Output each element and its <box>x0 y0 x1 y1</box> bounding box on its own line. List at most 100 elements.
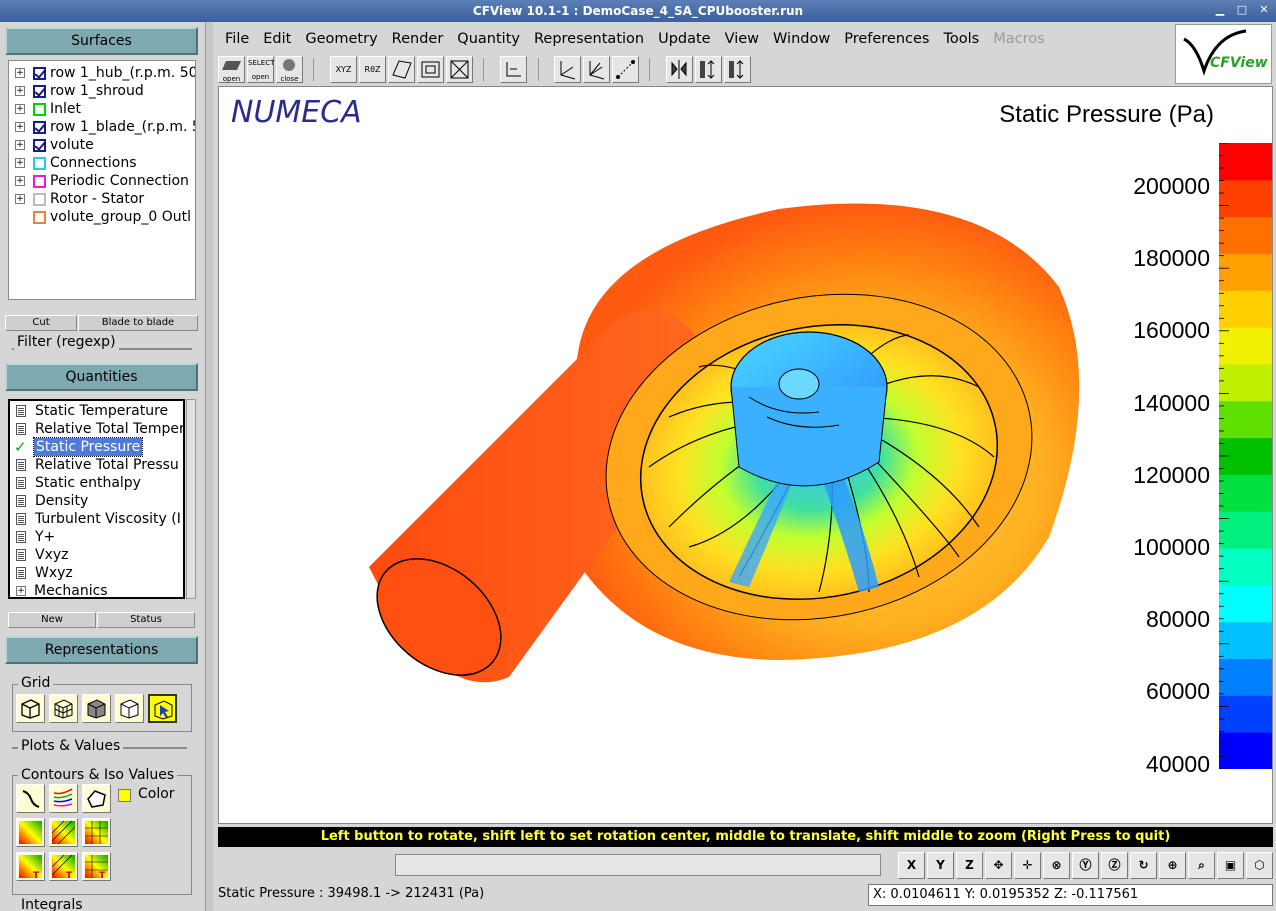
menu-representation[interactable]: Representation <box>527 31 651 47</box>
plots-values-label[interactable]: Plots & Values <box>18 738 124 754</box>
3d-viewport[interactable]: NUMECA Static Pressure (Pa) 200000 18000… <box>218 86 1273 824</box>
rotate-z-button[interactable]: Ⓩ <box>1101 852 1128 879</box>
compressor-render[interactable] <box>219 87 1219 824</box>
surface-item[interactable]: + row 1_shroud <box>9 82 195 100</box>
command-input[interactable] <box>395 854 881 876</box>
surface-item[interactable]: + Periodic Connection <box>9 172 195 190</box>
rotate-x-button[interactable]: ⊗ <box>1043 852 1070 879</box>
surface-item[interactable]: + row 1_blade_(r.p.m. 5 <box>9 118 195 136</box>
quantity-item[interactable]: Vxyz <box>10 546 183 564</box>
periodic-button[interactable] <box>724 56 751 83</box>
menu-preferences[interactable]: Preferences <box>837 31 936 47</box>
expand-icon[interactable]: + <box>15 104 25 114</box>
filter-label[interactable]: Filter (regexp) <box>14 334 119 350</box>
axis-2d-button[interactable] <box>500 56 527 83</box>
quantity-item[interactable]: Relative Total Pressu <box>10 456 183 474</box>
axis-xy-button[interactable] <box>554 56 581 83</box>
new-quantity-button[interactable]: New <box>8 612 96 628</box>
close-file-button[interactable]: close <box>276 56 303 83</box>
grid-boundary-button[interactable] <box>115 694 144 723</box>
expand-icon[interactable]: + <box>15 140 25 150</box>
integrals-label[interactable]: Integrals <box>18 897 86 911</box>
quantity-item[interactable]: Turbulent Viscosity (I <box>10 510 183 528</box>
contour-smooth-button[interactable] <box>16 818 45 847</box>
surface-checkbox[interactable] <box>33 84 46 98</box>
representations-header[interactable]: Representations <box>5 636 198 664</box>
quantity-item[interactable]: Density <box>10 492 183 510</box>
contour-t-banded-button[interactable]: T <box>49 852 78 881</box>
quantities-list[interactable]: Static Temperature Relative Total Temper ✓… <box>8 399 185 599</box>
menu-edit[interactable]: Edit <box>256 31 298 47</box>
expand-icon[interactable]: + <box>15 194 25 204</box>
menu-tools[interactable]: Tools <box>936 31 986 47</box>
panel-splitter[interactable] <box>205 22 213 911</box>
surface-item[interactable]: + Rotor - Stator <box>9 190 195 208</box>
surface-checkbox[interactable] <box>33 156 46 170</box>
reset-view-button[interactable]: ⬡ <box>1246 852 1273 879</box>
surface-item[interactable]: + volute <box>9 136 195 154</box>
select-open-button[interactable]: SELECT open <box>247 56 274 83</box>
grid-wire-button[interactable] <box>16 694 45 723</box>
surfaces-header[interactable]: Surfaces <box>5 27 198 55</box>
cut-button[interactable]: Cut <box>5 315 77 331</box>
quantities-header[interactable]: Quantities <box>5 363 198 391</box>
quantity-item[interactable]: ✓ Static Pressure <box>10 437 183 457</box>
surface-checkbox[interactable] <box>33 66 46 80</box>
frame-button[interactable] <box>417 56 444 83</box>
menu-window[interactable]: Window <box>766 31 837 47</box>
surface-checkbox[interactable] <box>33 210 46 224</box>
close-icon[interactable]: ✕ <box>1258 4 1270 16</box>
menu-geometry[interactable]: Geometry <box>298 31 384 47</box>
expand-icon[interactable]: + <box>15 86 25 96</box>
blade-to-blade-button[interactable]: Blade to blade <box>78 315 198 331</box>
grid-select-button[interactable] <box>148 694 177 723</box>
surface-item[interactable]: + Connections <box>9 154 195 172</box>
quantities-scrollbar[interactable] <box>186 399 196 599</box>
menu-update[interactable]: Update <box>651 31 718 47</box>
cut-plane-button[interactable] <box>388 56 415 83</box>
menu-file[interactable]: File <box>218 31 256 47</box>
iso-line-button[interactable] <box>16 784 45 813</box>
color-checkbox[interactable] <box>118 789 131 802</box>
fit-view-button[interactable]: ▣ <box>1217 852 1244 879</box>
view-x-button[interactable]: X <box>898 852 925 879</box>
rotate-y-button[interactable]: Ⓨ <box>1072 852 1099 879</box>
quantity-item[interactable]: Y+ <box>10 528 183 546</box>
menu-quantity[interactable]: Quantity <box>450 31 527 47</box>
surface-checkbox[interactable] <box>33 120 46 134</box>
minimize-icon[interactable]: ▁ <box>1214 4 1226 16</box>
quantity-status-button[interactable]: Status <box>97 612 195 628</box>
surface-checkbox[interactable] <box>33 174 46 188</box>
maximize-icon[interactable]: □ <box>1236 4 1248 16</box>
expand-icon[interactable]: + <box>15 68 25 78</box>
quantity-item[interactable]: Relative Total Temper <box>10 420 183 438</box>
quantity-item[interactable]: + Mechanics <box>10 582 183 597</box>
contour-grid-button[interactable] <box>82 818 111 847</box>
grid-solid-button[interactable] <box>82 694 111 723</box>
translate-button[interactable]: ✥ <box>985 852 1012 879</box>
expand-icon[interactable]: + <box>15 176 25 186</box>
pan-button[interactable]: ✛ <box>1014 852 1041 879</box>
surface-item[interactable]: volute_group_0 Outl <box>9 208 195 226</box>
rotate-free-button[interactable]: ↻ <box>1130 852 1157 879</box>
clear-view-button[interactable] <box>446 56 473 83</box>
iso-lines-color-button[interactable] <box>49 784 78 813</box>
iso-surface-button[interactable] <box>82 784 111 813</box>
cartesian-view-button[interactable]: XYZ <box>330 56 357 83</box>
menu-view[interactable]: View <box>718 31 766 47</box>
surface-item[interactable]: + row 1_hub_(r.p.m. 50 <box>9 64 195 82</box>
expand-icon[interactable]: + <box>15 122 25 132</box>
surface-checkbox[interactable] <box>33 102 46 116</box>
view-y-button[interactable]: Y <box>927 852 954 879</box>
mirror-button[interactable] <box>666 56 693 83</box>
contour-banded-button[interactable] <box>49 818 78 847</box>
contour-t-smooth-button[interactable]: T <box>16 852 45 881</box>
repeat-button[interactable] <box>695 56 722 83</box>
zoom-region-button[interactable]: ⌕ <box>1188 852 1215 879</box>
quantity-item[interactable]: Static enthalpy <box>10 474 183 492</box>
surface-checkbox[interactable] <box>33 192 46 206</box>
surfaces-list[interactable]: + row 1_hub_(r.p.m. 50 + row 1_shroud + Inlet… <box>8 60 196 300</box>
distance-button[interactable] <box>612 56 639 83</box>
expand-icon[interactable]: + <box>15 158 25 168</box>
cylindrical-view-button[interactable]: RθZ <box>359 56 386 83</box>
